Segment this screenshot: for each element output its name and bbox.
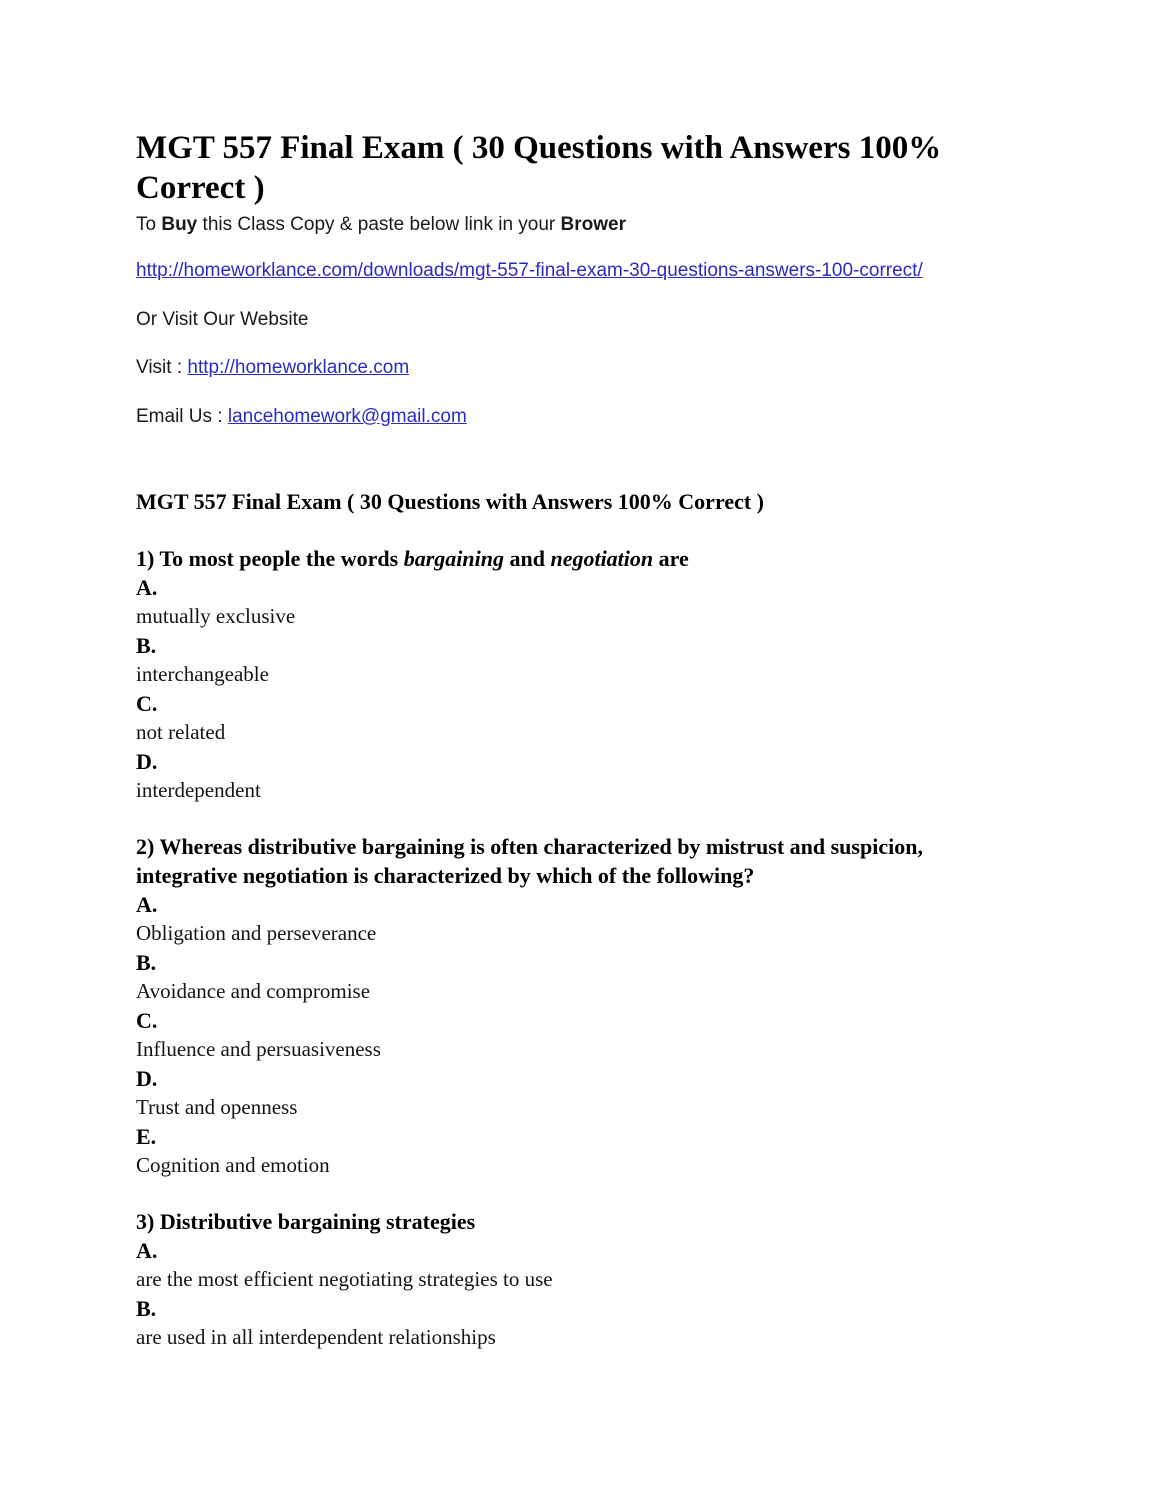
option-text[interactable]: Obligation and perseverance — [136, 919, 968, 948]
option-text[interactable]: interchangeable — [136, 660, 968, 689]
option-text[interactable]: Cognition and emotion — [136, 1151, 968, 1180]
website-link[interactable]: http://homeworklance.com — [187, 357, 409, 378]
email-line: Email Us : lancehomework@gmail.com — [136, 404, 968, 431]
question-number-2: 2) — [136, 834, 155, 859]
buy-instruction-line: To Buy this Class Copy & paste below lin… — [136, 212, 968, 238]
buy-line-part1: To — [136, 214, 162, 235]
option-letter[interactable]: C. — [136, 1006, 968, 1035]
option-text[interactable]: are used in all interdependent relations… — [136, 1323, 968, 1352]
option-text[interactable]: not related — [136, 718, 968, 747]
question-text-1-part2: and — [503, 546, 551, 571]
or-visit-line: Or Visit Our Website — [136, 309, 309, 330]
option-text[interactable]: interdependent — [136, 776, 968, 805]
option-text[interactable]: Avoidance and compromise — [136, 977, 968, 1006]
option-letter[interactable]: A. — [136, 890, 968, 919]
question-number-1: 1) — [136, 546, 155, 571]
question-prompt-3: 3) Distributive bargaining strategies — [136, 1207, 956, 1236]
option-letter[interactable]: C. — [136, 689, 968, 718]
option-letter[interactable]: B. — [136, 631, 968, 660]
question-emphasis-bargaining: bargaining — [403, 546, 504, 571]
option-letter[interactable]: A. — [136, 573, 968, 602]
option-letter[interactable]: E. — [136, 1122, 968, 1151]
option-letter[interactable]: B. — [136, 1294, 968, 1323]
option-text[interactable]: Influence and persuasiveness — [136, 1035, 968, 1064]
visit-label: Visit : — [136, 357, 188, 378]
option-text[interactable]: mutually exclusive — [136, 602, 968, 631]
question-text-3: Distributive bargaining strategies — [159, 1209, 476, 1234]
option-letter[interactable]: D. — [136, 1064, 968, 1093]
exam-heading: MGT 557 Final Exam ( 30 Questions with A… — [136, 489, 764, 514]
option-letter[interactable]: A. — [136, 1236, 968, 1265]
question-prompt-1: 1) To most people the words bargaining a… — [136, 544, 956, 573]
email-link[interactable]: lancehomework@gmail.com — [228, 406, 467, 427]
visit-website-line: Visit : http://homeworklance.com — [136, 355, 968, 382]
question-text-1-part1: To most people the words — [159, 546, 404, 571]
question-text-1-part3: are — [653, 546, 689, 571]
page-title: MGT 557 Final Exam ( 30 Questions with A… — [136, 130, 942, 206]
buy-line-part2: this Class Copy & paste below link in yo… — [197, 214, 561, 235]
option-letter[interactable]: B. — [136, 948, 968, 977]
option-letter[interactable]: D. — [136, 747, 968, 776]
question-prompt-2: 2) Whereas distributive bargaining is of… — [136, 832, 956, 890]
question-block-2: 2) Whereas distributive bargaining is of… — [136, 832, 968, 1180]
document-content: MGT 557 Final Exam ( 30 Questions with A… — [136, 128, 968, 1352]
question-emphasis-negotiation: negotiation — [550, 546, 654, 571]
document-page: MGT 557 Final Exam ( 30 Questions with A… — [0, 0, 1156, 1496]
question-block-3: 3) Distributive bargaining strategies A.… — [136, 1207, 968, 1352]
download-url-line: http://homeworklance.com/downloads/mgt-5… — [136, 258, 968, 285]
download-link[interactable]: http://homeworklance.com/downloads/mgt-5… — [136, 260, 923, 281]
question-text-2: Whereas distributive bargaining is often… — [136, 834, 923, 888]
question-number-3: 3) — [136, 1209, 155, 1234]
option-text[interactable]: Trust and openness — [136, 1093, 968, 1122]
option-text[interactable]: are the most efficient negotiating strat… — [136, 1265, 968, 1294]
buy-line-bold-buy: Buy — [161, 214, 198, 235]
email-label: Email Us : — [136, 406, 228, 427]
buy-line-bold-brower: Brower — [560, 214, 627, 235]
question-block-1: 1) To most people the words bargaining a… — [136, 544, 968, 805]
